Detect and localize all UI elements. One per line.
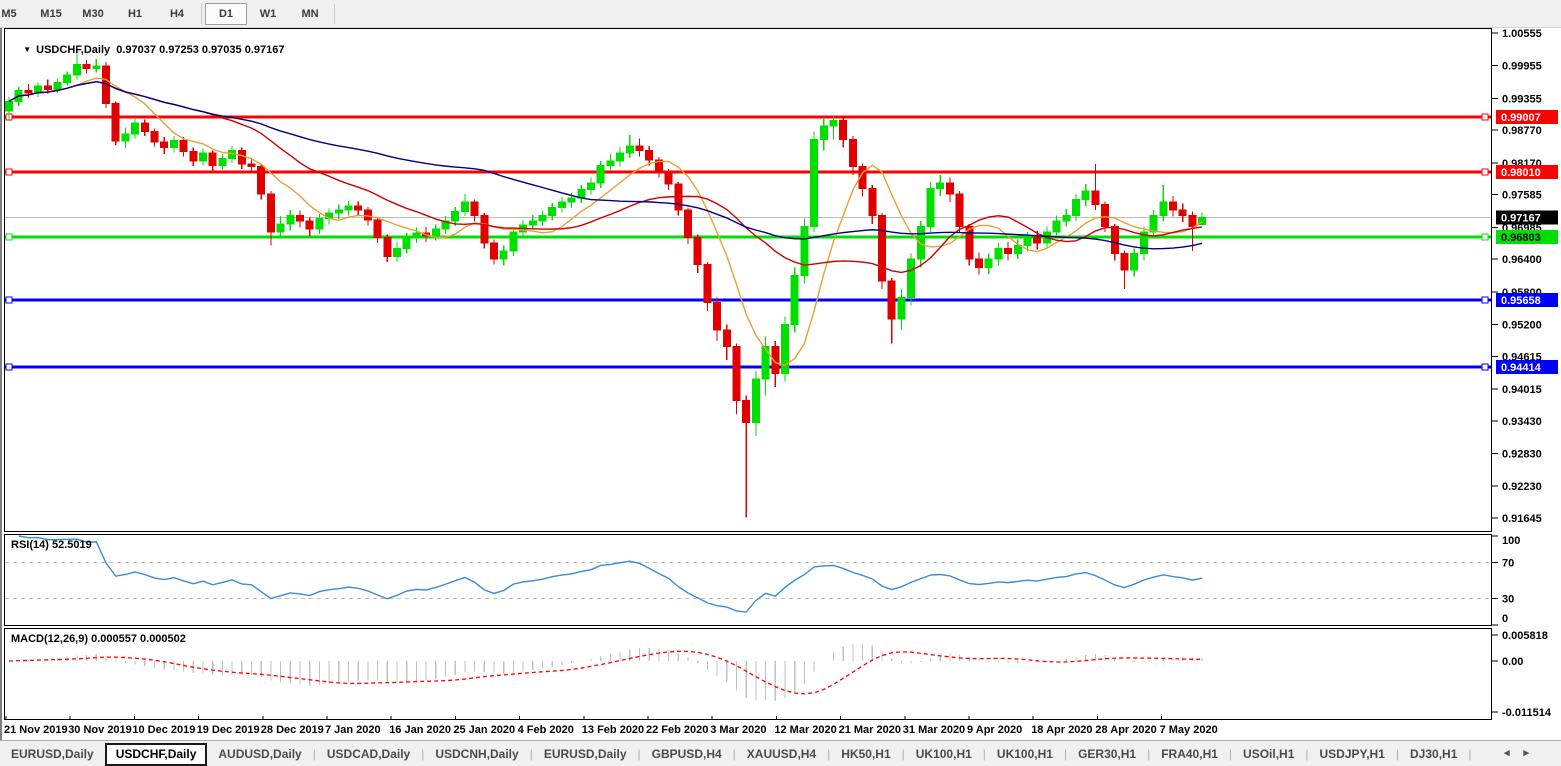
chart-tab-usdchf-daily[interactable]: USDCHF,Daily xyxy=(105,743,208,766)
tab-separator: | xyxy=(1468,747,1471,761)
timeframe-button-h4[interactable]: H4 xyxy=(156,3,198,25)
chart-tab-uk100-h1[interactable]: UK100,H1 xyxy=(905,743,983,766)
date-axis-label: 31 Mar 2020 xyxy=(903,724,965,736)
timeframe-button-m15[interactable]: M15 xyxy=(30,3,72,25)
chart-tab-usdjpy-h1[interactable]: USDJPY,H1 xyxy=(1309,743,1396,766)
rsi-axis-label: 70 xyxy=(1502,558,1514,570)
date-axis-label: 22 Feb 2020 xyxy=(646,724,708,736)
line-edge-handle[interactable] xyxy=(1482,297,1488,303)
date-axis-label: 7 May 2020 xyxy=(1160,724,1218,736)
date-axis-label: 3 Mar 2020 xyxy=(710,724,766,736)
date-axis-label: 18 Apr 2020 xyxy=(1031,724,1092,736)
date-axis-label: 10 Dec 2019 xyxy=(132,724,195,736)
date-axis-label: 16 Jan 2020 xyxy=(389,724,451,736)
date-axis[interactable]: 21 Nov 201930 Nov 201910 Dec 201919 Dec … xyxy=(2,722,1561,740)
date-axis-label: 19 Dec 2019 xyxy=(197,724,260,736)
line-edge-handle[interactable] xyxy=(6,169,12,175)
chart-window: 1.005550.999550.993550.987700.981700.975… xyxy=(0,28,1561,740)
timeframe-button-w1[interactable]: W1 xyxy=(247,3,289,25)
price-axis-label: 0.97585 xyxy=(1502,190,1542,202)
chart-symbol-title: USDCHF,Daily xyxy=(36,44,110,56)
price-axis-label: 0.92230 xyxy=(1502,481,1542,493)
chart-tab-gbpusd-h4[interactable]: GBPUSD,H4 xyxy=(641,743,733,766)
price-axis-label: 0.99955 xyxy=(1502,61,1542,73)
price-axis: 1.005550.999550.993550.987700.981700.975… xyxy=(1492,28,1542,525)
macd-label: MACD(12,26,9) 0.000557 0.000502 xyxy=(11,633,186,645)
chart-tab-hk50-h1[interactable]: HK50,H1 xyxy=(830,743,901,766)
date-axis-label: 25 Jan 2020 xyxy=(453,724,515,736)
price-axis-label: 0.92830 xyxy=(1502,448,1542,460)
date-axis-label: 4 Feb 2020 xyxy=(518,724,574,736)
date-axis-label: 9 Apr 2020 xyxy=(967,724,1022,736)
chart-tab-fra40-h1[interactable]: FRA40,H1 xyxy=(1150,743,1229,766)
tab-scroll-left-icon[interactable]: ◂ xyxy=(1504,747,1524,759)
price-axis-label: 0.93430 xyxy=(1502,416,1542,428)
line-edge-handle[interactable] xyxy=(1482,364,1488,370)
price-line-badge-label: 0.99007 xyxy=(1501,112,1541,124)
price-axis-label: 1.00555 xyxy=(1502,28,1542,40)
price-axis-label: 0.96400 xyxy=(1502,254,1542,266)
rsi-label: RSI(14) 52.5019 xyxy=(11,539,92,551)
date-axis-label: 28 Apr 2020 xyxy=(1095,724,1156,736)
rsi-axis-label: 30 xyxy=(1502,593,1514,605)
macd-axis-label: 0.005818 xyxy=(1502,630,1548,642)
chart-ohlc-values: 0.97037 0.97253 0.97035 0.97167 xyxy=(116,44,284,56)
price-line-badge-label: 0.98010 xyxy=(1501,167,1541,179)
tab-scroll-right-icon[interactable]: ▸ xyxy=(1523,747,1543,759)
line-edge-handle[interactable] xyxy=(1482,234,1488,240)
macd-axis-label: -0.011514 xyxy=(1502,707,1552,719)
chart-tab-usdcnh-daily[interactable]: USDCNH,Daily xyxy=(424,743,529,766)
price-line-badge-label: 0.96803 xyxy=(1501,232,1541,244)
toolbar-separator xyxy=(334,4,335,24)
chart-tab-usdcad-daily[interactable]: USDCAD,Daily xyxy=(316,743,421,766)
price-line-badge-label: 0.95658 xyxy=(1501,295,1541,307)
toolbar-separator xyxy=(201,4,202,24)
line-edge-handle[interactable] xyxy=(6,234,12,240)
date-axis-label: 30 Nov 2019 xyxy=(68,724,132,736)
macd-axis-label: 0.00 xyxy=(1502,656,1523,668)
tab-scroll-arrows[interactable]: ◂▸ xyxy=(1504,746,1543,759)
line-edge-handle[interactable] xyxy=(1482,169,1488,175)
chart-tab-dj30-h1[interactable]: DJ30,H1 xyxy=(1399,743,1468,766)
line-edge-handle[interactable] xyxy=(6,364,12,370)
rsi-axis-label: 100 xyxy=(1502,535,1520,547)
main-price-chart[interactable]: 1.005550.999550.993550.987700.981700.975… xyxy=(2,28,1561,534)
price-axis-label: 0.94015 xyxy=(1502,384,1542,396)
date-axis-label: 21 Mar 2020 xyxy=(839,724,901,736)
timeframe-button-m5[interactable]: M5 xyxy=(0,3,30,25)
chart-tab-ger30-h1[interactable]: GER30,H1 xyxy=(1067,743,1147,766)
timeframe-button-d1[interactable]: D1 xyxy=(205,3,247,25)
current-price-badge-label: 0.97167 xyxy=(1501,212,1541,224)
chart-tab-eurusd-daily[interactable]: EURUSD,Daily xyxy=(533,743,638,766)
date-axis-label: 7 Jan 2020 xyxy=(325,724,381,736)
chart-tab-uk100-h1[interactable]: UK100,H1 xyxy=(986,743,1064,766)
price-axis-label: 0.95200 xyxy=(1502,319,1542,331)
line-edge-handle[interactable] xyxy=(6,297,12,303)
timeframe-button-mn[interactable]: MN xyxy=(289,3,331,25)
chart-tab-audusd-daily[interactable]: AUDUSD,Daily xyxy=(207,743,312,766)
chart-tab-usoil-h1[interactable]: USOil,H1 xyxy=(1232,743,1305,766)
date-axis-label: 12 Mar 2020 xyxy=(774,724,836,736)
chart-dropdown-icon[interactable]: ▼ xyxy=(23,45,31,54)
price-axis-label: 0.98770 xyxy=(1502,125,1542,137)
macd-indicator-panel[interactable]: 0.005818 0.00 -0.011514 xyxy=(2,628,1561,722)
date-axis-label: 21 Nov 2019 xyxy=(4,724,68,736)
timeframe-button-h1[interactable]: H1 xyxy=(114,3,156,25)
chart-tab-bar: EURUSD,DailyUSDCHF,DailyAUDUSD,Daily|USD… xyxy=(0,740,1561,766)
price-axis-label: 0.91645 xyxy=(1502,513,1542,525)
date-axis-label: 13 Feb 2020 xyxy=(582,724,644,736)
price-line-badge-label: 0.94414 xyxy=(1501,362,1542,374)
price-axis-label: 0.99355 xyxy=(1502,93,1542,105)
chart-tab-eurusd-daily[interactable]: EURUSD,Daily xyxy=(0,743,105,766)
rsi-indicator-panel[interactable]: 100 70 30 0 xyxy=(2,534,1561,628)
chart-tab-xauusd-h4[interactable]: XAUUSD,H4 xyxy=(736,743,827,766)
chart-title-overlay: ▼ USDCHF,Daily 0.97037 0.97253 0.97035 0.… xyxy=(11,32,284,68)
rsi-axis-label: 0 xyxy=(1502,613,1508,625)
timeframe-button-m30[interactable]: M30 xyxy=(72,3,114,25)
date-axis-label: 28 Dec 2019 xyxy=(261,724,324,736)
timeframe-toolbar: M5M15M30H1H4 D1W1MN xyxy=(0,0,1561,28)
line-edge-handle[interactable] xyxy=(1482,114,1488,120)
